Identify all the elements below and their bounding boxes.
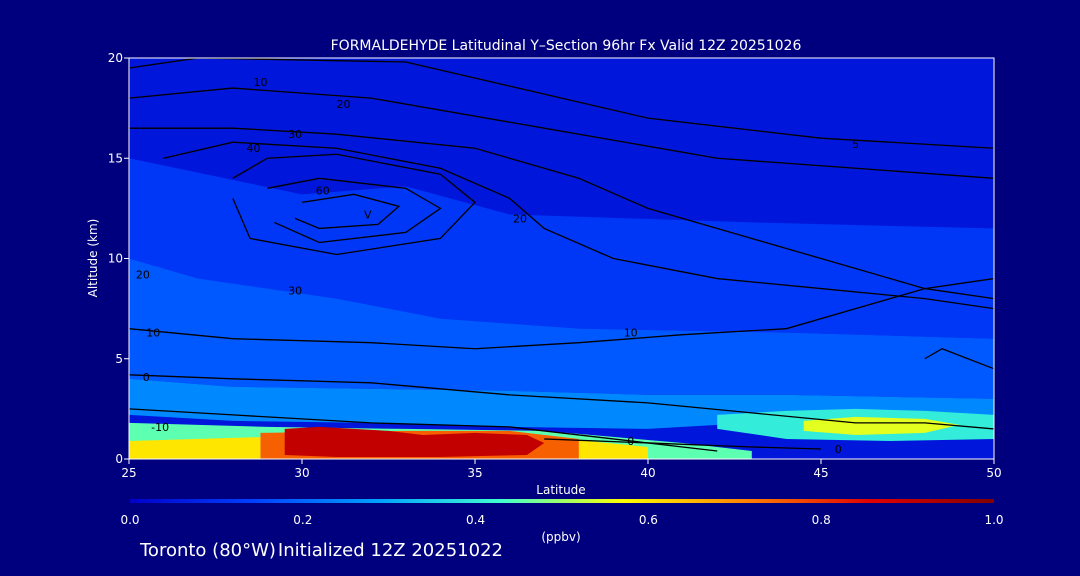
y-axis-label: Altitude (km) bbox=[86, 219, 100, 298]
x-axis-label: Latitude bbox=[536, 483, 585, 497]
x-tick-label: 30 bbox=[294, 466, 309, 480]
contour-label-0: 10 bbox=[253, 76, 267, 89]
contour-label-4: 60 bbox=[316, 184, 330, 197]
footer-caption: Toronto (80°W) Initialized 12Z 20251022 bbox=[140, 540, 505, 561]
y-tick-label: 5 bbox=[115, 352, 123, 366]
x-tick-label: 25 bbox=[121, 466, 136, 480]
colorbar-tick-label: 0.0 bbox=[120, 513, 139, 527]
contour-label-1: 20 bbox=[337, 98, 351, 111]
colorbar-tick-label: 0.2 bbox=[293, 513, 312, 527]
footer-location: Toronto (80°W) bbox=[140, 540, 276, 561]
contour-label-10: 10 bbox=[624, 327, 638, 340]
colorbar: 0.0 0.2 0.4 0.6 0.8 1.0 bbox=[120, 499, 1004, 527]
contour-label-6: 20 bbox=[513, 212, 527, 225]
contour-label-8: 20 bbox=[136, 269, 150, 282]
colorbar-tick-label: 0.4 bbox=[466, 513, 485, 527]
x-tick-label: 50 bbox=[986, 466, 1001, 480]
contour-label-7: 30 bbox=[288, 285, 302, 298]
colorbar-unit-label: (ppbv) bbox=[541, 530, 580, 544]
y-tick-label: 15 bbox=[108, 151, 123, 165]
y-tick-label: 20 bbox=[108, 51, 123, 65]
x-tick-label: 40 bbox=[640, 466, 655, 480]
contour-label-2: 30 bbox=[288, 128, 302, 141]
x-tick-label: 45 bbox=[813, 466, 828, 480]
contour-label-11: 5 bbox=[852, 138, 859, 151]
x-tick-label: 35 bbox=[467, 466, 482, 480]
colorbar-tick-label: 1.0 bbox=[984, 513, 1003, 527]
y-tick-label: 10 bbox=[108, 252, 123, 266]
y-tick-label: 0 bbox=[115, 452, 123, 466]
contour-label-9: 10 bbox=[146, 327, 160, 340]
chart-canvas: 1020304060V 20302010 1050-1000 25 30 35 40 45 5… bbox=[86, 38, 1004, 544]
plot-fill-layer bbox=[129, 58, 994, 459]
chart-title: FORMALDEHYDE Latitudinal Y–Section 96hr … bbox=[331, 38, 802, 54]
contour-label-13: -10 bbox=[151, 421, 169, 434]
contour-label-14: 0 bbox=[627, 435, 634, 448]
colorbar-tick-label: 0.8 bbox=[812, 513, 831, 527]
footer-initialized: Initialized 12Z 20251022 bbox=[277, 540, 503, 561]
contour-label-3: 40 bbox=[247, 142, 261, 155]
colorbar-strip bbox=[130, 499, 994, 503]
contour-label-15: 0 bbox=[835, 443, 842, 456]
contour-label-5: V bbox=[364, 208, 372, 221]
contour-label-12: 0 bbox=[143, 371, 150, 384]
colorbar-tick-label: 0.6 bbox=[639, 513, 658, 527]
